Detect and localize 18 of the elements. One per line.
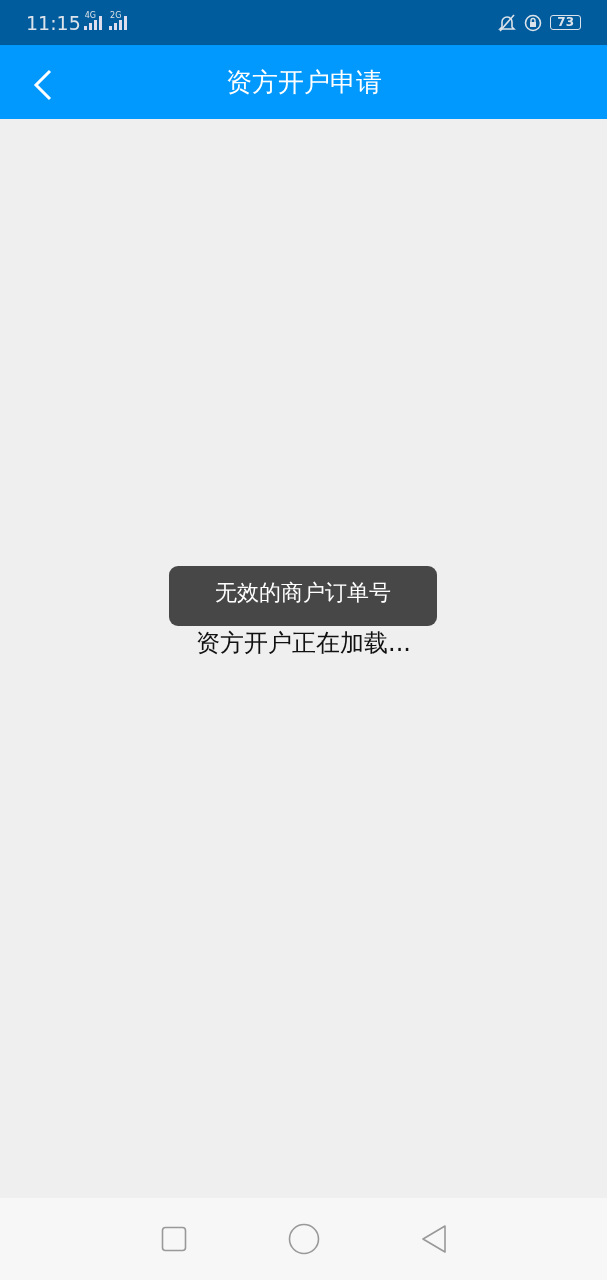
recents-button[interactable] [160,1226,187,1252]
back-nav-button[interactable] [420,1224,447,1254]
network-label: 2G [110,11,122,20]
back-chevron-icon [32,69,54,101]
signal-icon [84,16,105,30]
toast-message: 无效的商户订单号 [169,566,437,626]
clock: 11:15 [26,11,81,34]
square-icon [160,1226,187,1252]
loading-text: 资方开户正在加载... [196,628,411,657]
network-label: 4G [84,11,97,20]
rotation-lock-icon [524,13,543,32]
bell-muted-icon [498,13,517,32]
circle-icon [287,1223,320,1255]
home-button[interactable] [287,1223,320,1255]
page-title: 资方开户申请 [225,65,382,99]
triangle-icon [420,1224,447,1254]
signal-icon [109,16,130,30]
battery-level: 73 [550,15,581,30]
